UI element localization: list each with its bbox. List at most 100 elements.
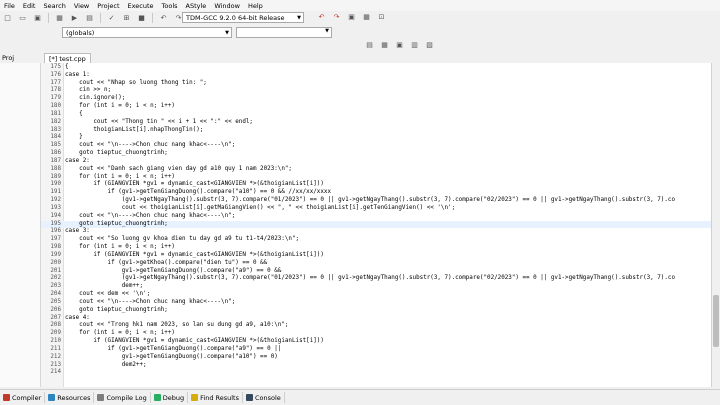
compiler-select[interactable]: TDM-GCC 9.2.0 64-bit Release ▼ xyxy=(182,12,304,23)
code-line[interactable]: 183 thoigianList[i].nhapThongTin(); xyxy=(41,127,711,135)
function-select[interactable]: ▼ xyxy=(236,27,332,38)
code-line[interactable]: 209 for (int i = 0; i < n; i++) xyxy=(41,330,711,338)
bottom-tab-debug[interactable]: Debug xyxy=(151,392,189,403)
code-text[interactable]: thoigianList[i].nhapThongTin(); xyxy=(65,127,203,135)
save-icon[interactable]: ▣ xyxy=(33,14,42,23)
forward-icon[interactable]: ↷ xyxy=(332,12,341,21)
menu-item-help[interactable]: Help xyxy=(244,2,267,10)
code-line[interactable]: 203 dem++; xyxy=(41,283,711,291)
code-editor[interactable]: 175{176 case 1: 177 cout << "Nhap so luong… xyxy=(41,63,711,387)
add-var-icon[interactable]: ▧ xyxy=(425,40,434,49)
code-line[interactable]: 187 case 2: xyxy=(41,158,711,166)
code-line[interactable]: 186 goto tieptuc_chuongtrinh; xyxy=(41,150,711,158)
find-icon[interactable]: ⊡ xyxy=(377,12,386,21)
open-icon[interactable]: ▭ xyxy=(18,14,27,23)
code-text[interactable]: (gv1->getNgayThang().substr(3, 7).compar… xyxy=(65,197,675,205)
code-text[interactable]: (gv1->getNgayThang().substr(3, 7).compar… xyxy=(65,275,675,283)
code-line[interactable]: 177 cout << "Nhap so luong thong tin: "; xyxy=(41,80,711,88)
code-text[interactable]: for (int i = 0; i < n; i++) xyxy=(65,330,175,338)
goto-icon[interactable]: ▣ xyxy=(347,12,356,21)
code-text[interactable]: goto tieptuc_chuongtrinh; xyxy=(65,150,168,158)
code-text[interactable]: case 4: xyxy=(65,315,90,323)
code-line[interactable]: 208 cout << "Trong hk1 nam 2023, so lan … xyxy=(41,322,711,330)
code-line[interactable]: 194 cout << "\n---->Chon chuc nang khac<… xyxy=(41,213,711,221)
code-text[interactable]: cout << "Thong tin " << i + 1 << ":" << … xyxy=(65,119,253,127)
code-line[interactable]: 189 for (int i = 0; i < n; i++) xyxy=(41,174,711,182)
class-browser-icon[interactable]: ▤ xyxy=(365,40,374,49)
code-line[interactable]: 192 (gv1->getNgayThang().substr(3, 7).co… xyxy=(41,197,711,205)
code-text[interactable]: if (gv1->getTenGiangDuong().compare("a9"… xyxy=(65,346,282,354)
bookmark-icon[interactable]: ▦ xyxy=(362,12,371,21)
code-text[interactable]: if (GIANGVIEN *gv1 = dynamic_cast<GIANGV… xyxy=(65,252,324,260)
code-text[interactable]: } xyxy=(65,134,83,142)
profile-icon[interactable]: ⊞ xyxy=(122,14,131,23)
code-line[interactable]: 197 cout << "So luong gv khoa dien tu da… xyxy=(41,236,711,244)
code-text[interactable]: dem2++; xyxy=(65,362,147,370)
scope-select[interactable]: (globals) ▼ xyxy=(62,27,232,38)
code-text[interactable]: if (GIANGVIEN *gv1 = dynamic_cast<GIANGV… xyxy=(65,338,324,346)
code-text[interactable]: cout << "Nhap so luong thong tin: "; xyxy=(65,80,207,88)
code-line[interactable]: 214 xyxy=(41,369,711,377)
code-line[interactable]: 175 { xyxy=(41,64,711,72)
code-text[interactable]: gv1->getTenGiangDuong().compare("a9") ==… xyxy=(65,268,282,276)
debug-icon[interactable]: ✓ xyxy=(107,14,116,23)
bottom-tab-resources[interactable]: Resources xyxy=(45,392,95,403)
code-line[interactable]: 204 cout << dem << '\n'; xyxy=(41,291,711,299)
bottom-tab-compile-log[interactable]: Compile Log xyxy=(94,392,151,403)
bottom-tab-find-results[interactable]: Find Results xyxy=(188,392,243,403)
add-member-icon[interactable]: ▥ xyxy=(410,40,419,49)
vertical-scrollbar[interactable] xyxy=(711,63,720,387)
code-text[interactable]: case 1: xyxy=(65,72,90,80)
code-line[interactable]: 200 if (gv1->getKhoa().compare("dien tu"… xyxy=(41,260,711,268)
menu-item-tools[interactable]: Tools xyxy=(158,2,182,10)
code-line[interactable]: 199 if (GIANGVIEN *gv1 = dynamic_cast<GI… xyxy=(41,252,711,260)
code-line[interactable]: 202 (gv1->getNgayThang().substr(3, 7).co… xyxy=(41,275,711,283)
undo-icon[interactable]: ↶ xyxy=(159,14,168,23)
menu-item-project[interactable]: Project xyxy=(93,2,123,10)
run-icon[interactable]: ▶ xyxy=(70,14,79,23)
code-text[interactable]: dem++; xyxy=(65,283,143,291)
code-text[interactable]: { xyxy=(65,64,69,72)
code-line[interactable]: 198 for (int i = 0; i < n; i++) xyxy=(41,244,711,252)
code-text[interactable]: cin >> n; xyxy=(65,87,111,95)
code-text[interactable]: cout << dem << '\n'; xyxy=(65,291,150,299)
code-text[interactable]: cout << "\n---->Chon chuc nang khac<----… xyxy=(65,213,235,221)
code-text[interactable]: for (int i = 0; i < n; i++) xyxy=(65,103,175,111)
code-line[interactable]: 193 cout << thoigianList[i].getMaGiangVi… xyxy=(41,205,711,213)
code-line[interactable]: 212 gv1->getTenGiangDuong().compare("a10… xyxy=(41,354,711,362)
bottom-tab-console[interactable]: Console xyxy=(243,392,285,403)
code-text[interactable]: case 3: xyxy=(65,228,90,236)
code-text[interactable]: cout << "Trong hk1 nam 2023, so lan su d… xyxy=(65,322,288,330)
rebuild-icon[interactable]: ▤ xyxy=(85,14,94,23)
back-icon[interactable]: ↶ xyxy=(317,12,326,21)
code-text[interactable]: cout << "Danh sach giang vien day gd a10… xyxy=(65,166,292,174)
code-line[interactable]: 190 if (GIANGVIEN *gv1 = dynamic_cast<GI… xyxy=(41,181,711,189)
code-line[interactable]: 206 goto tieptuc_chuongtrinh; xyxy=(41,307,711,315)
menu-item-search[interactable]: Search xyxy=(39,2,69,10)
code-line[interactable]: 178 cin >> n; xyxy=(41,87,711,95)
view-icon[interactable]: ▦ xyxy=(380,40,389,49)
code-text[interactable]: case 2: xyxy=(65,158,90,166)
code-text[interactable]: goto tieptuc_chuongtrinh; xyxy=(65,221,168,229)
code-text[interactable]: if (gv1->getKhoa().compare("dien tu") ==… xyxy=(65,260,268,268)
code-line[interactable]: 191 if (gv1->getTenGiangDuong().compare(… xyxy=(41,189,711,197)
code-text[interactable]: cout << "So luong gv khoa dien tu day gd… xyxy=(65,236,299,244)
code-text[interactable]: cout << "\n---->Chon chuc nang khac<----… xyxy=(65,299,235,307)
new-class-icon[interactable]: ▣ xyxy=(395,40,404,49)
code-text[interactable]: goto tieptuc_chuongtrinh; xyxy=(65,307,168,315)
scrollbar-thumb[interactable] xyxy=(713,295,719,347)
menu-item-execute[interactable]: Execute xyxy=(124,2,158,10)
stop-icon[interactable]: ■ xyxy=(137,14,146,23)
menu-item-window[interactable]: Window xyxy=(210,2,244,10)
code-line[interactable]: 180 for (int i = 0; i < n; i++) xyxy=(41,103,711,111)
code-line[interactable]: 184 } xyxy=(41,134,711,142)
code-line[interactable]: 181 { xyxy=(41,111,711,119)
code-line[interactable]: 179 cin.ignore(); xyxy=(41,95,711,103)
code-line[interactable]: 213 dem2++; xyxy=(41,362,711,370)
code-text[interactable]: for (int i = 0; i < n; i++) xyxy=(65,244,175,252)
code-text[interactable]: cout << thoigianList[i].getMaGiangVien()… xyxy=(65,205,455,213)
code-line[interactable]: 176 case 1: xyxy=(41,72,711,80)
code-line[interactable]: 210 if (GIANGVIEN *gv1 = dynamic_cast<GI… xyxy=(41,338,711,346)
menu-item-view[interactable]: View xyxy=(70,2,93,10)
code-line[interactable]: 205 cout << "\n---->Chon chuc nang khac<… xyxy=(41,299,711,307)
